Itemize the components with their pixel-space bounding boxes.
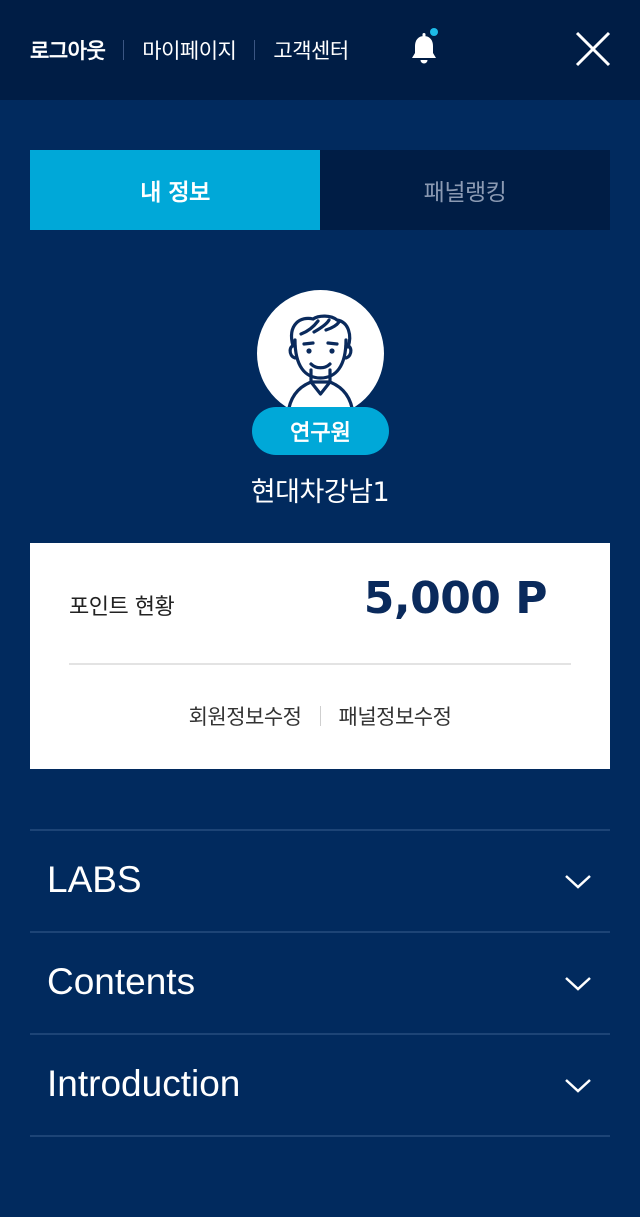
menu-item-introduction[interactable]: Introduction: [30, 1035, 610, 1137]
card-divider: [69, 663, 571, 665]
point-label: 포인트 현황: [69, 595, 175, 620]
card-links: 회원정보수정 패널정보수정: [30, 701, 610, 731]
customer-center-link[interactable]: 고객센터: [273, 35, 349, 65]
chevron-down-icon: [565, 977, 591, 991]
point-card: 포인트 현황 5,000 P 회원정보수정 패널정보수정: [30, 543, 610, 769]
chevron-down-icon: [565, 875, 591, 889]
role-badge: 연구원: [252, 407, 389, 455]
avatar-icon: [257, 290, 384, 417]
chevron-down-icon: [565, 1079, 591, 1093]
logout-link[interactable]: 로그아웃: [30, 35, 106, 65]
menu-accordion: LABS Contents Introduction: [30, 829, 610, 1137]
menu-item-label: Introduction: [47, 1063, 241, 1104]
user-name: 현대차강남1: [250, 477, 390, 508]
menu-item-label: LABS: [47, 859, 142, 900]
notification-dot: [430, 28, 438, 36]
tab-panel-ranking[interactable]: 패널랭킹: [320, 150, 610, 230]
link-divider: [319, 706, 321, 726]
tab-bar: 내 정보 패널랭킹: [30, 150, 610, 230]
menu-item-labs[interactable]: LABS: [30, 831, 610, 933]
top-bar: 로그아웃 마이페이지 고객센터: [0, 0, 640, 100]
top-nav: 로그아웃 마이페이지 고객센터: [30, 32, 349, 68]
edit-panel-info-link[interactable]: 패널정보수정: [339, 701, 452, 731]
bell-icon[interactable]: [408, 28, 440, 68]
mypage-link[interactable]: 마이페이지: [142, 35, 237, 65]
nav-divider: [254, 40, 256, 60]
menu-item-contents[interactable]: Contents: [30, 933, 610, 1035]
point-value: 5,000 P: [363, 573, 548, 624]
close-icon[interactable]: [574, 30, 612, 68]
tab-my-info[interactable]: 내 정보: [30, 150, 320, 230]
nav-divider: [123, 40, 125, 60]
edit-member-info-link[interactable]: 회원정보수정: [189, 701, 302, 731]
menu-item-label: Contents: [47, 961, 196, 1002]
